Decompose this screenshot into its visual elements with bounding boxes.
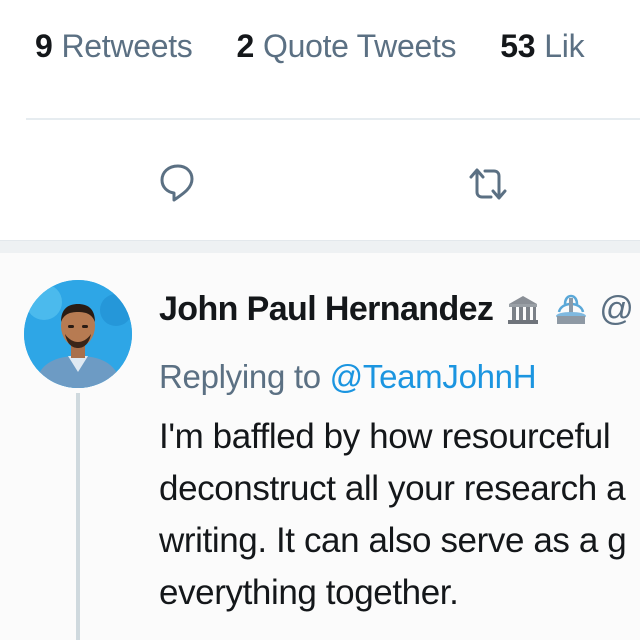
retweet-icon xyxy=(469,168,507,200)
profile-photo xyxy=(24,280,132,388)
retweet-button[interactable] xyxy=(464,160,512,208)
author-name[interactable]: John Paul Hernandez xyxy=(159,290,494,329)
fountain-icon xyxy=(553,292,589,328)
retweets-stat[interactable]: 9 Retweets xyxy=(35,28,193,65)
tweet-text: I'm baffled by how resourceful deconstru… xyxy=(159,411,640,619)
classical-building-icon xyxy=(505,292,541,328)
likes-label: Lik xyxy=(544,28,585,64)
likes-count: 53 xyxy=(500,28,536,64)
tweet-text-line: deconstruct all your research a xyxy=(159,469,626,508)
tweet-text-line: writing. It can also serve as a g xyxy=(159,521,627,560)
thread-line xyxy=(76,393,80,640)
section-divider xyxy=(0,240,640,253)
engagement-stats: 9 Retweets 2 Quote Tweets 53 Lik xyxy=(35,28,585,65)
author-handle[interactable]: @ xyxy=(599,290,634,329)
replying-to: Replying to @TeamJohnH xyxy=(159,358,537,396)
quote-tweets-count: 2 xyxy=(236,28,255,64)
reply-button[interactable] xyxy=(154,158,202,206)
replying-handle-link[interactable]: @TeamJohnH xyxy=(330,358,537,395)
avatar[interactable] xyxy=(24,280,132,388)
reply-tweet[interactable]: John Paul Hernandez @ Replying to @TeamJ… xyxy=(0,253,640,640)
quote-tweets-stat[interactable]: 2 Quote Tweets xyxy=(237,28,457,65)
tweet-detail-view: 9 Retweets 2 Quote Tweets 53 Lik John Pa… xyxy=(0,0,640,640)
tweet-text-line: everything together. xyxy=(159,573,459,612)
likes-stat[interactable]: 53 Lik xyxy=(500,28,584,65)
retweets-count: 9 xyxy=(35,28,53,64)
stats-divider xyxy=(26,118,640,120)
retweets-label: Retweets xyxy=(61,28,193,64)
tweet-text-line: I'm baffled by how resourceful xyxy=(159,417,611,456)
quote-tweets-label: Quote Tweets xyxy=(263,28,457,64)
author-row: John Paul Hernandez @ xyxy=(159,290,634,329)
replying-prefix: Replying to xyxy=(159,358,321,395)
reply-icon xyxy=(160,164,194,202)
